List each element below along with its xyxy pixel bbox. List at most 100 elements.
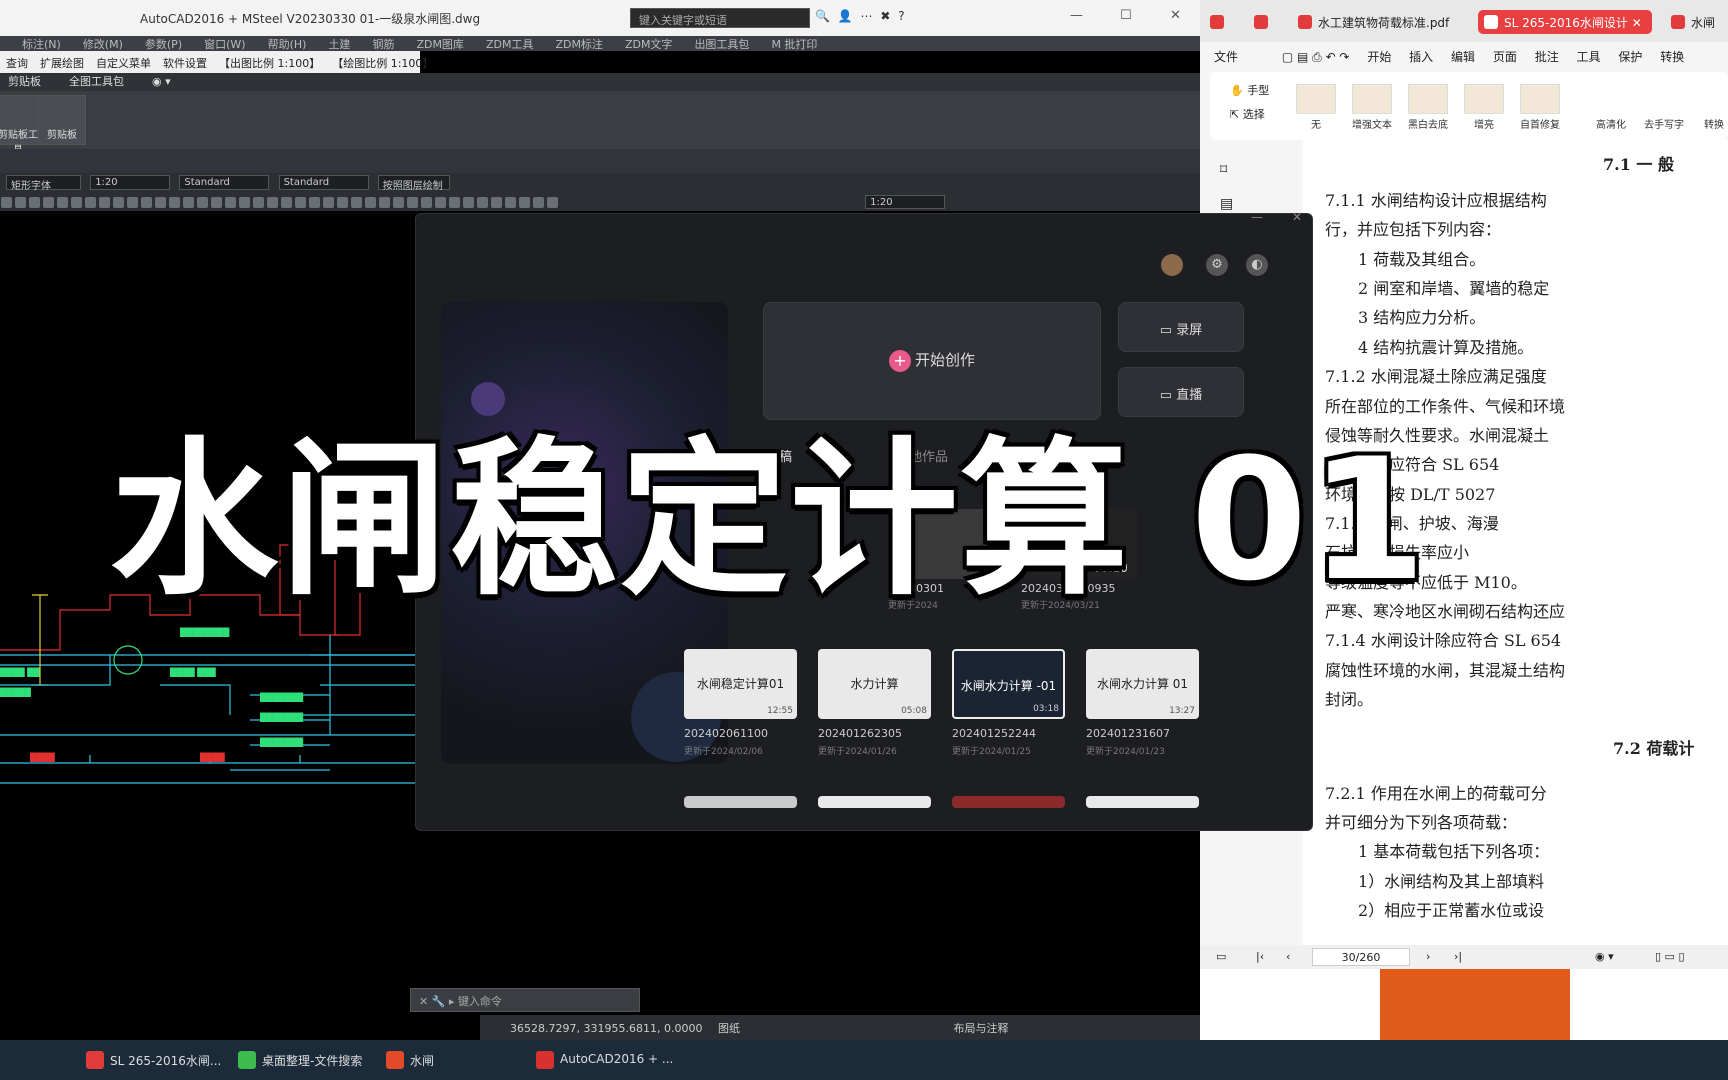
status-model-space[interactable]: 图纸 (718, 1022, 740, 1035)
menu-item[interactable]: 土建 (328, 38, 350, 51)
filter-bw-button[interactable]: 黑白去底 (1402, 80, 1454, 132)
tool-icon[interactable] (43, 197, 54, 208)
tool-icon[interactable] (239, 197, 250, 208)
work-thumbnail[interactable] (952, 796, 1065, 808)
tool-icon[interactable] (197, 197, 208, 208)
tool-icon[interactable] (267, 197, 278, 208)
tool-icon[interactable] (211, 197, 222, 208)
tool-icon[interactable] (71, 197, 82, 208)
autocad-search-input[interactable]: 键入关键字或短语 (630, 8, 810, 28)
ribbon-more-icon[interactable]: ◉ ▾ (152, 75, 171, 88)
tool-icon[interactable] (519, 197, 530, 208)
menu-item[interactable]: 参数(P) (145, 38, 182, 51)
tab-pdf-3[interactable]: 水闸 (1665, 10, 1725, 34)
minimize-icon[interactable]: — (1070, 8, 1083, 23)
command-line-input[interactable]: ✕ 🔧 ▸ 键入命令 (410, 988, 640, 1012)
filter-brighten-button[interactable]: 增亮 (1458, 80, 1510, 132)
tool-icon[interactable] (295, 197, 306, 208)
tool-icon[interactable] (477, 197, 488, 208)
tool-icon[interactable] (449, 197, 460, 208)
settings-icon[interactable]: ⚙ (1206, 254, 1228, 276)
convert-button[interactable]: 转换 (1688, 80, 1728, 132)
tool-icon[interactable] (533, 197, 544, 208)
quick-access-icons[interactable]: ▢ ▤ ⎙ ↶ ↷ (1282, 50, 1350, 65)
tool-icon[interactable] (547, 197, 558, 208)
dim-scale-select[interactable]: 1:20 (90, 175, 171, 190)
menu-item[interactable]: 出图工具包 (694, 38, 749, 51)
bookmark-icon[interactable]: ⌑ (1220, 162, 1227, 178)
tool-icon[interactable] (57, 197, 68, 208)
tool-icon[interactable] (225, 197, 236, 208)
last-page-icon[interactable]: ›| (1454, 950, 1462, 963)
view-mode-icon[interactable]: ◉ ▾ (1595, 950, 1614, 963)
tab-pdf-1[interactable]: 水工建筑物荷载标准.pdf (1292, 10, 1459, 34)
toolbar-item[interactable]: 自定义菜单 (90, 51, 157, 75)
remove-handwriting-button[interactable]: 去手写字 (1638, 80, 1690, 132)
toolbar-item[interactable]: 【出图比例 1:100】 (213, 51, 326, 75)
menu-file[interactable]: 文件 (1214, 48, 1238, 65)
taskbar-item-search[interactable]: 桌面整理-文件搜索 (232, 1046, 370, 1074)
thumbnail-icon[interactable]: ▤ (1220, 196, 1233, 212)
work-thumbnail[interactable]: 水力计算 05:08 (818, 649, 931, 719)
menu-item[interactable]: 帮助(H) (268, 38, 307, 51)
work-thumbnail[interactable] (818, 796, 931, 808)
layer-select[interactable]: 按照图层绘制 (377, 175, 450, 192)
tool-icon[interactable] (99, 197, 110, 208)
tool-icon[interactable] (393, 197, 404, 208)
work-thumbnail[interactable] (1086, 796, 1199, 808)
ribbon-tab[interactable]: 全图工具包 (69, 75, 124, 88)
menu-item[interactable]: 修改(M) (83, 38, 123, 51)
taskbar-item-wps[interactable]: SL 265-2016水闸... (80, 1046, 229, 1074)
tool-icon[interactable] (169, 197, 180, 208)
prev-page-icon[interactable]: ‹ (1286, 950, 1290, 963)
clipboard-button[interactable]: 剪贴板 (38, 95, 86, 145)
taskbar-item-recorder[interactable]: 水闸 (380, 1046, 442, 1074)
toolbar-item[interactable]: 【绘图比例 1:100】 (326, 51, 439, 75)
menu-protect[interactable]: 保护 (1618, 48, 1642, 65)
recorder-minimize-icon[interactable]: — (1251, 210, 1263, 224)
dim-style-select[interactable]: Standard (179, 175, 270, 190)
page-number-input[interactable]: 30/260 (1312, 948, 1410, 966)
menu-page[interactable]: 页面 (1493, 48, 1517, 65)
tool-icon[interactable] (505, 197, 516, 208)
menu-item[interactable]: ZDM工具 (486, 38, 534, 51)
status-annotation[interactable]: 布局与注释 (953, 1022, 1008, 1035)
taskbar-item-autocad[interactable]: AutoCAD2016 + ... (530, 1046, 681, 1074)
first-page-icon[interactable]: |‹ (1256, 950, 1264, 963)
tool-icon[interactable] (351, 197, 362, 208)
maximize-icon[interactable]: ☐ (1120, 8, 1132, 23)
filter-enhance-text-button[interactable]: 增强文本 (1346, 80, 1398, 132)
tool-icon[interactable] (407, 197, 418, 208)
tool-icon[interactable] (421, 197, 432, 208)
recorder-close-icon[interactable]: ✕ (1292, 210, 1302, 224)
work-thumbnail[interactable] (684, 796, 797, 808)
start-create-button[interactable]: + 开始创作 (763, 302, 1101, 420)
help-icon[interactable]: ◐ (1246, 254, 1268, 276)
tool-icon[interactable] (29, 197, 40, 208)
menu-item[interactable]: ZDM标注 (555, 38, 603, 51)
tool-icon[interactable] (113, 197, 124, 208)
menu-item[interactable]: 标注(N) (22, 38, 61, 51)
menu-item[interactable]: 钢筋 (372, 38, 394, 51)
scale-select[interactable]: 1:20 (865, 195, 946, 209)
toolbar-item[interactable]: 软件设置 (157, 51, 213, 75)
toolbar-item[interactable]: 扩展绘图 (34, 51, 90, 75)
select-tool-button[interactable]: ⇱ 选择 (1230, 106, 1265, 122)
tool-icon[interactable] (183, 197, 194, 208)
tool-icon[interactable] (365, 197, 376, 208)
menu-item[interactable]: 窗口(W) (204, 38, 245, 51)
menu-convert[interactable]: 转换 (1660, 48, 1684, 65)
tool-icon[interactable] (463, 197, 474, 208)
tool-icon[interactable] (491, 197, 502, 208)
menu-insert[interactable]: 插入 (1409, 48, 1433, 65)
tool-icon[interactable] (15, 197, 26, 208)
menu-item[interactable]: ZDM文字 (625, 38, 673, 51)
live-stream-button[interactable]: ▭ 直播 (1118, 367, 1244, 417)
hand-tool-button[interactable]: ✋ 手型 (1230, 82, 1269, 98)
avatar[interactable] (1161, 254, 1183, 276)
work-thumbnail[interactable]: 水闸稳定计算01 12:55 (684, 649, 797, 719)
menu-item[interactable]: ZDM图库 (416, 38, 464, 51)
work-thumbnail[interactable]: 水闸水力计算 01 13:27 (1086, 649, 1199, 719)
tool-icon[interactable] (337, 197, 348, 208)
tool-icon[interactable] (127, 197, 138, 208)
